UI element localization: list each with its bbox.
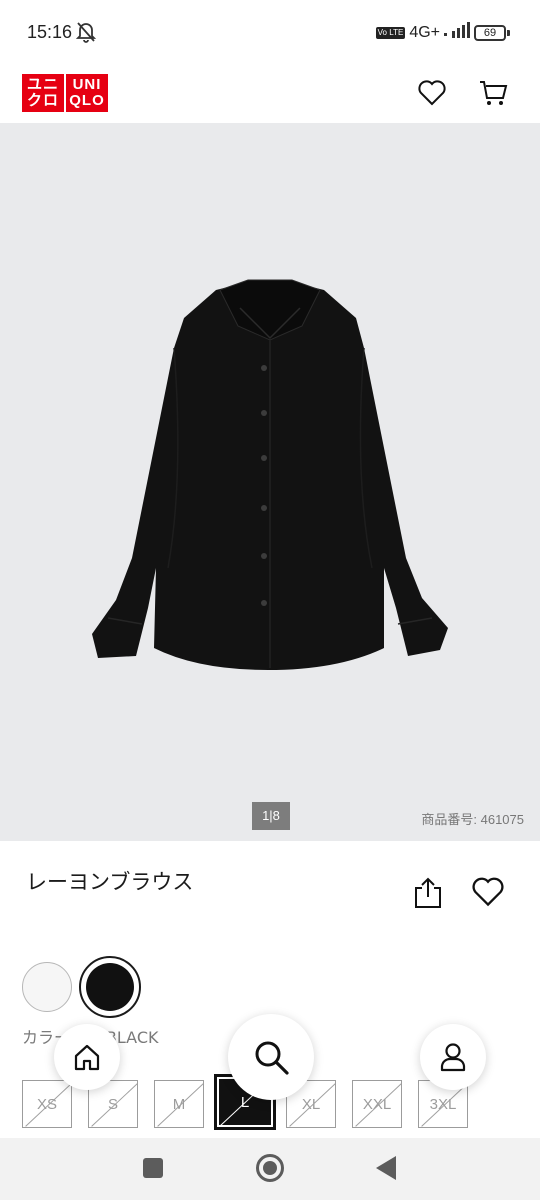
cart-icon[interactable]: [478, 78, 508, 108]
bell-muted-icon: [75, 21, 97, 47]
image-pager: 1|8: [252, 802, 290, 830]
size-option-xs[interactable]: XS: [22, 1080, 72, 1128]
status-time: 15:16: [27, 22, 73, 42]
uniqlo-logo[interactable]: ユニ クロ UNI QLO: [22, 74, 108, 112]
logo-text: QLO: [69, 92, 105, 109]
user-icon: [440, 1043, 466, 1072]
battery-level: 69: [474, 24, 506, 41]
network-type: 4G+: [409, 23, 440, 41]
heart-icon[interactable]: [417, 78, 447, 108]
logo-text: ユニ: [26, 76, 59, 93]
color-swatch-black[interactable]: [86, 963, 134, 1011]
app-header: ユニ クロ UNI QLO: [0, 66, 540, 123]
system-nav-bar: [0, 1138, 540, 1200]
search-button[interactable]: [228, 1014, 314, 1100]
battery-icon: 69: [474, 24, 510, 41]
favorite-icon[interactable]: [472, 877, 504, 909]
status-right: Vo LTE 4G+ 69: [375, 22, 510, 43]
home-icon: [74, 1044, 100, 1071]
product-title: レーヨンブラウス: [26, 870, 194, 894]
product-sku: 商品番号: 461075: [421, 812, 524, 827]
size-option-m[interactable]: M: [154, 1080, 204, 1128]
status-bar: 15:16 Vo LTE 4G+ 69: [0, 0, 540, 66]
color-swatch-white[interactable]: [22, 962, 72, 1012]
recents-icon[interactable]: [143, 1158, 163, 1178]
home-nav-icon[interactable]: [256, 1154, 284, 1182]
logo-text: クロ: [26, 92, 59, 109]
back-icon[interactable]: [376, 1156, 396, 1180]
product-image-area[interactable]: 1|8 商品番号: 461075: [0, 123, 540, 841]
search-icon: [255, 1041, 289, 1075]
size-option-xxl[interactable]: XXL: [352, 1080, 402, 1128]
logo-text: UNI: [72, 76, 102, 93]
signal-icon: [444, 22, 470, 43]
account-button[interactable]: [420, 1024, 486, 1090]
share-icon[interactable]: [412, 876, 444, 910]
home-button[interactable]: [54, 1024, 120, 1090]
volte-icon: Vo LTE: [375, 26, 406, 39]
product-image: [92, 279, 448, 670]
